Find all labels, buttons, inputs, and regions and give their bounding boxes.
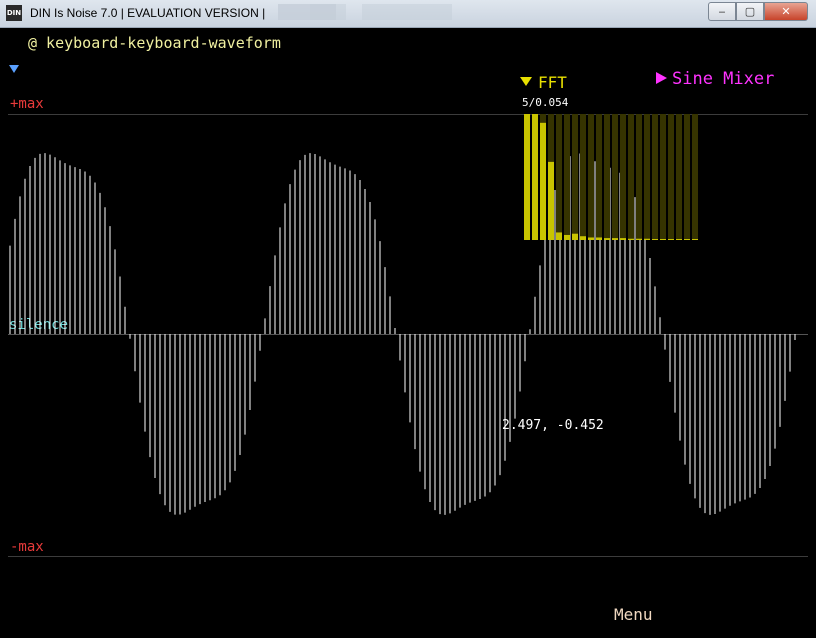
fft-bar [628,238,634,240]
fft-readout: 5/0.054 [522,96,569,109]
fft-bar [676,239,682,240]
background-window-ghost [362,4,452,20]
fft-bar-track [604,114,610,240]
fft-bar-track [628,114,634,240]
fft-bar-track [556,114,562,240]
fft-bar [604,238,610,240]
fft-bar [652,239,658,240]
fft-bar [692,239,698,240]
fft-bar [572,233,578,240]
fft-bar [644,238,650,240]
fft-toggle-icon[interactable] [520,77,532,87]
fft-bar-track [644,114,650,240]
sine-mixer-toggle-icon[interactable] [656,72,667,84]
fft-bar [596,237,602,240]
cursor-readout: 2.497, -0.452 [502,418,604,433]
fft-bar [660,239,666,240]
fft-bar [620,238,626,240]
fft-bar-track [676,114,682,240]
sine-mixer-label[interactable]: Sine Mixer [672,69,774,89]
fft-bar-track [668,114,674,240]
background-window-ghost [310,4,346,20]
fft-bar-track [572,114,578,240]
fft-bar-track [612,114,618,240]
fft-bar-track [660,114,666,240]
title-bar[interactable]: DIN DIN Is Noise 7.0 | EVALUATION VERSIO… [0,0,816,28]
fft-bar [564,234,570,240]
fft-label[interactable]: FFT [538,73,567,92]
fft-bar [580,236,586,240]
fft-bars [524,114,698,240]
maximize-button[interactable]: ▢ [736,2,764,21]
fft-bar [524,114,530,240]
fft-bar-track [636,114,642,240]
fft-bar-track [580,114,586,240]
fft-bar [636,238,642,240]
waveform-editor-canvas[interactable]: @ keyboard-keyboard-waveform +max silenc… [0,28,816,638]
close-button[interactable]: ✕ [764,2,808,21]
fft-bar [668,239,674,240]
fft-bar [588,237,594,240]
fft-bar [556,232,562,240]
fft-bar-track [684,114,690,240]
menu-button[interactable]: Menu [614,605,653,624]
fft-bar-track [588,114,594,240]
fft-bar [684,239,690,240]
fft-bar [612,238,618,240]
fft-bar [548,161,554,240]
window-title: DIN Is Noise 7.0 | EVALUATION VERSION | [30,6,266,20]
minimize-button[interactable]: ‒ [708,2,736,21]
fft-bar-track [652,114,658,240]
fft-bar-track [564,114,570,240]
fft-bar-track [692,114,698,240]
fft-bar [532,114,538,240]
fft-bar-track [596,114,602,240]
fft-bar [540,122,546,240]
fft-bar-track [620,114,626,240]
din-app-icon: DIN [6,5,22,21]
